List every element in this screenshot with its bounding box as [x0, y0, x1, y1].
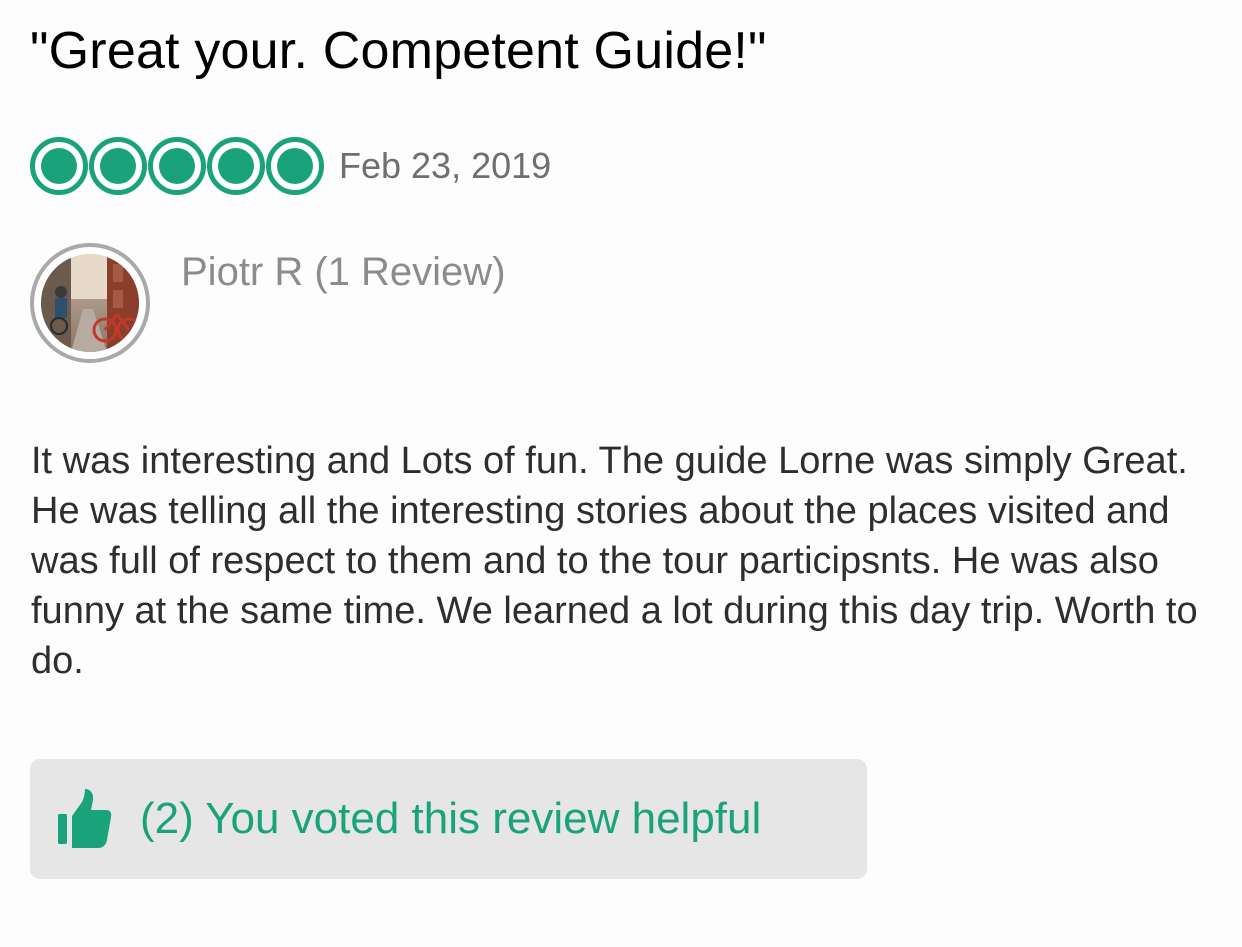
rating-bubbles — [30, 137, 325, 195]
avatar-photo-icon — [41, 254, 139, 352]
rating-bubble-icon — [207, 137, 265, 195]
helpful-vote-button[interactable]: (2) You voted this review helpful — [30, 759, 867, 879]
review-card: "Great your. Competent Guide!" Feb 23, 2… — [0, 0, 1242, 947]
rating-bubble-icon — [266, 137, 324, 195]
review-body: It was interesting and Lots of fun. The … — [31, 440, 1198, 682]
rating-bubble-icon — [30, 137, 88, 195]
helpful-vote-label: (2) You voted this review helpful — [140, 794, 762, 843]
reviewer-name[interactable]: Piotr R (1 Review) — [181, 244, 506, 300]
rating-bubble-icon — [89, 137, 147, 195]
rating-row: Feb 23, 2019 — [30, 136, 551, 196]
review-title: "Great your. Competent Guide!" — [30, 22, 767, 80]
review-date: Feb 23, 2019 — [339, 145, 552, 186]
reviewer-avatar[interactable] — [30, 243, 150, 363]
rating-bubble-icon — [148, 137, 206, 195]
thumbs-up-icon — [58, 788, 112, 850]
